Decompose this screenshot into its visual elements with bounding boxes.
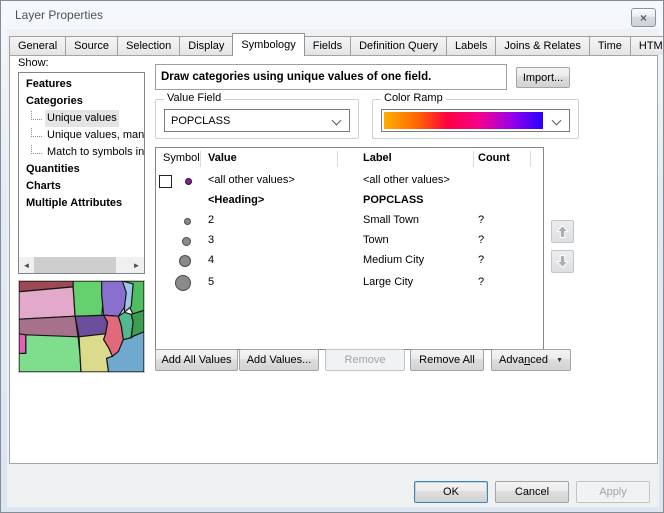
remove-button[interactable]: Remove — [325, 349, 405, 371]
scroll-left-icon[interactable]: ◄ — [19, 257, 34, 273]
value-field-group: Value Field POPCLASS — [155, 99, 359, 139]
tree-branch-icon — [31, 144, 42, 154]
dialog-title: Layer Properties — [15, 8, 103, 22]
table-row-value-4[interactable]: 4 Medium City ? — [156, 251, 541, 271]
remove-all-button[interactable]: Remove All — [410, 349, 484, 371]
apply-button[interactable]: Apply — [576, 481, 650, 503]
tree-branch-icon — [31, 110, 42, 120]
arrow-up-icon — [554, 223, 571, 240]
tree-branch-icon — [31, 127, 42, 137]
tree-item-match-to-symbols[interactable]: Match to symbols in a — [19, 144, 144, 161]
cancel-button[interactable]: Cancel — [495, 481, 569, 503]
show-label: Show: — [18, 57, 49, 69]
tree-item-unique-values-many[interactable]: Unique values, many — [19, 127, 144, 144]
column-header-symbol[interactable]: Symbol — [163, 152, 200, 164]
tab-strip: General Source Selection Display Symbolo… — [9, 33, 664, 55]
symbology-preview-map — [18, 280, 145, 373]
tab-definition-query[interactable]: Definition Query — [350, 36, 447, 55]
color-ramp-dropdown[interactable] — [381, 109, 570, 132]
value-field-group-label: Value Field — [164, 92, 224, 104]
tab-display[interactable]: Display — [179, 36, 233, 55]
tab-time[interactable]: Time — [589, 36, 631, 55]
table-row-heading[interactable]: <Heading> POPCLASS — [156, 191, 541, 211]
graduated-circle-icon[interactable] — [184, 218, 191, 225]
column-header-label[interactable]: Label — [363, 152, 392, 164]
graduated-circle-icon[interactable] — [182, 237, 191, 246]
tab-symbology[interactable]: Symbology — [232, 33, 304, 56]
tab-labels[interactable]: Labels — [446, 36, 496, 55]
point-symbol-icon[interactable] — [185, 178, 192, 185]
move-up-button[interactable] — [551, 220, 574, 243]
tree-horizontal-scrollbar[interactable]: ◄ ► — [19, 257, 144, 273]
advanced-button-label: Advanced — [499, 354, 548, 366]
color-ramp-gradient — [384, 112, 543, 129]
tree-item-multiple-attributes[interactable]: Multiple Attributes — [19, 195, 144, 212]
tab-html-popup[interactable]: HTML Popup — [630, 36, 664, 55]
advanced-button[interactable]: Advanced ▼ — [491, 349, 571, 371]
color-ramp-group-label: Color Ramp — [381, 92, 446, 104]
arrow-down-icon — [554, 253, 571, 270]
tab-source[interactable]: Source — [65, 36, 118, 55]
chevron-down-icon — [332, 116, 342, 126]
add-all-values-button[interactable]: Add All Values — [155, 349, 238, 371]
value-field-selected-value: POPCLASS — [165, 115, 230, 127]
tree-item-unique-values[interactable]: Unique values — [19, 110, 144, 127]
tree-item-categories[interactable]: Categories — [19, 93, 144, 110]
layer-properties-dialog: Layer Properties × General Source Select… — [0, 0, 664, 513]
all-other-values-checkbox[interactable] — [159, 175, 172, 188]
chevron-down-icon — [552, 116, 562, 126]
show-tree: Features Categories Unique values Unique… — [18, 72, 145, 274]
tab-selection[interactable]: Selection — [117, 36, 180, 55]
categories-table: Symbol Value Label Count <all other valu… — [155, 147, 544, 350]
method-description: Draw categories using unique values of o… — [155, 64, 507, 90]
close-button[interactable]: × — [631, 8, 656, 27]
add-values-button[interactable]: Add Values... — [239, 349, 319, 371]
tree-item-features[interactable]: Features — [19, 76, 144, 93]
graduated-circle-icon[interactable] — [179, 255, 191, 267]
ok-button[interactable]: OK — [414, 481, 488, 503]
table-row-all-other-values[interactable]: <all other values> <all other values> — [156, 171, 541, 191]
scrollbar-thumb[interactable] — [34, 257, 116, 273]
graduated-circle-icon[interactable] — [175, 275, 191, 291]
color-ramp-group: Color Ramp — [372, 99, 579, 139]
tree-item-quantities[interactable]: Quantities — [19, 161, 144, 178]
tab-general[interactable]: General — [9, 36, 66, 55]
tree-item-charts[interactable]: Charts — [19, 178, 144, 195]
scroll-right-icon[interactable]: ► — [129, 257, 144, 273]
column-header-count[interactable]: Count — [478, 152, 510, 164]
table-row-value-2[interactable]: 2 Small Town ? — [156, 211, 541, 231]
value-field-dropdown[interactable]: POPCLASS — [164, 109, 350, 132]
table-row-value-5[interactable]: 5 Large City ? — [156, 271, 541, 295]
dropdown-arrow-icon: ▼ — [556, 357, 563, 364]
column-header-value[interactable]: Value — [208, 152, 237, 164]
close-icon: × — [640, 12, 647, 24]
tab-fields[interactable]: Fields — [304, 36, 351, 55]
categories-table-header: Symbol Value Label Count — [156, 148, 543, 170]
move-down-button[interactable] — [551, 250, 574, 273]
tab-joins-relates[interactable]: Joins & Relates — [495, 36, 589, 55]
import-button[interactable]: Import... — [516, 67, 570, 88]
symbology-tab-page: Show: Features Categories Unique values … — [9, 55, 658, 464]
table-row-value-3[interactable]: 3 Town ? — [156, 231, 541, 251]
